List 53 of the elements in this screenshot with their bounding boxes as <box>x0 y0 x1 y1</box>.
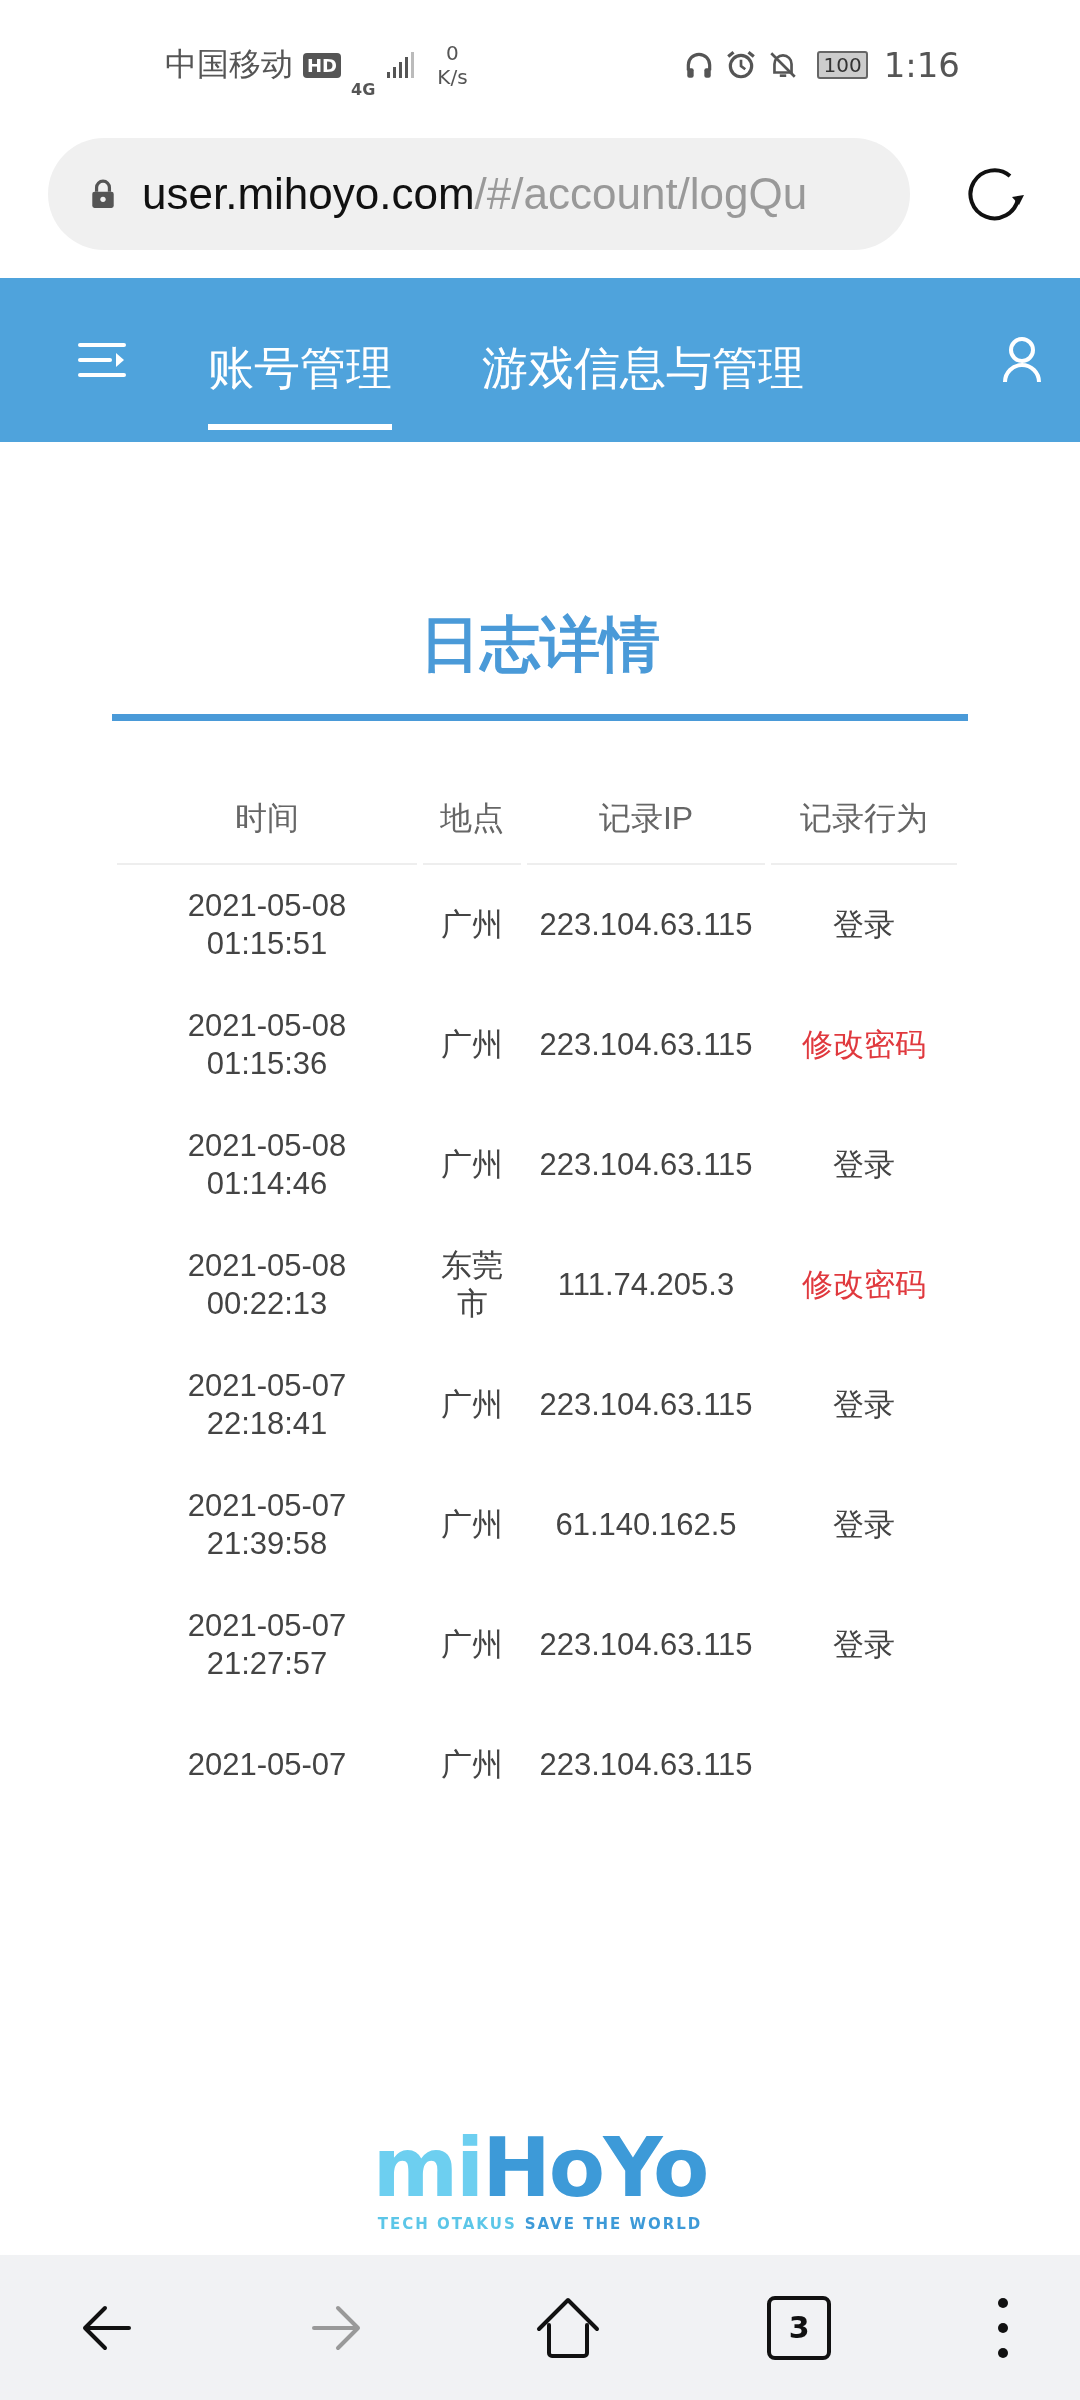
table-cell-text: 2021-05-08 00:22:13 <box>186 1247 348 1323</box>
table-cell: 登录 <box>833 1507 895 1543</box>
table-cell: 登录 <box>833 907 895 943</box>
table-cell: 修改密码 <box>802 1267 926 1303</box>
table-cell-text: 东莞市 <box>440 1247 504 1323</box>
more-icon[interactable] <box>996 2295 1010 2360</box>
menu-icon[interactable] <box>78 340 126 380</box>
column-header: 时间 <box>117 777 417 865</box>
table-cell-text: 广州 <box>440 1386 504 1425</box>
address-bar[interactable]: user.mihoyo.com/#/account/logQu <box>48 138 910 250</box>
table-cell-text: 2021-05-07 22:18:41 <box>186 1367 348 1443</box>
tabs-button[interactable]: 3 <box>767 2295 832 2360</box>
table-cell: 登录 <box>833 1627 895 1663</box>
status-time: 1:16 <box>883 45 960 85</box>
user-icon[interactable] <box>1002 336 1042 384</box>
table-cell-text: 223.104.63.115 <box>538 1746 754 1785</box>
table-cell: 修改密码 <box>802 1027 926 1063</box>
table-cell-text: 广州 <box>440 906 504 945</box>
speed-unit: K/s <box>437 65 468 89</box>
table-cell-text: 223.104.63.115 <box>538 906 754 945</box>
signal-icon <box>385 50 416 80</box>
table-cell-text: 223.104.63.115 <box>538 1146 754 1185</box>
lock-icon <box>90 179 116 209</box>
table-cell-text: 61.140.162.5 <box>554 1506 738 1545</box>
page-title: 日志详情 <box>420 614 660 674</box>
table-cell-text: 广州 <box>440 1506 504 1545</box>
network-type: 4G <box>351 79 376 99</box>
hd-badge: HD <box>303 52 341 78</box>
table-cell-text: 广州 <box>440 1146 504 1185</box>
logo: miHoYo TECH OTAKUS SAVE THE WORLD <box>372 2127 708 2233</box>
column-header: 记录行为 <box>771 777 957 865</box>
table-cell-text: 广州 <box>440 1626 504 1665</box>
column-header: 记录IP <box>527 777 765 865</box>
battery-level: 100 <box>817 51 868 79</box>
table-cell-text: 223.104.63.115 <box>538 1026 754 1065</box>
table-cell: 登录 <box>833 1147 895 1183</box>
table-cell-text: 2021-05-08 01:15:51 <box>186 887 348 963</box>
carrier-name: 中国移动 <box>165 44 293 85</box>
table-cell-text: 2021-05-08 01:14:46 <box>186 1127 348 1203</box>
table-cell-text: 广州 <box>440 1746 504 1785</box>
table-cell-text: 2021-05-07 21:27:57 <box>186 1607 348 1683</box>
url-text: user.mihoyo.com/#/account/logQu <box>142 169 808 219</box>
table-cell: 登录 <box>833 1387 895 1423</box>
table-cell-text: 223.104.63.115 <box>538 1626 754 1665</box>
column-header: 地点 <box>423 777 521 865</box>
table-cell-text: 111.74.205.3 <box>556 1266 736 1305</box>
speed-value: 0 <box>446 41 459 65</box>
table-cell-text: 2021-05-07 21:39:58 <box>186 1487 348 1563</box>
alarm-icon <box>725 49 758 81</box>
table-cell-text: 223.104.63.115 <box>538 1386 754 1425</box>
table-cell-text: 2021-05-08 01:15:36 <box>186 1007 348 1083</box>
table-cell-text: 广州 <box>440 1026 504 1065</box>
table-cell-text: 2021-05-07 <box>186 1746 348 1785</box>
